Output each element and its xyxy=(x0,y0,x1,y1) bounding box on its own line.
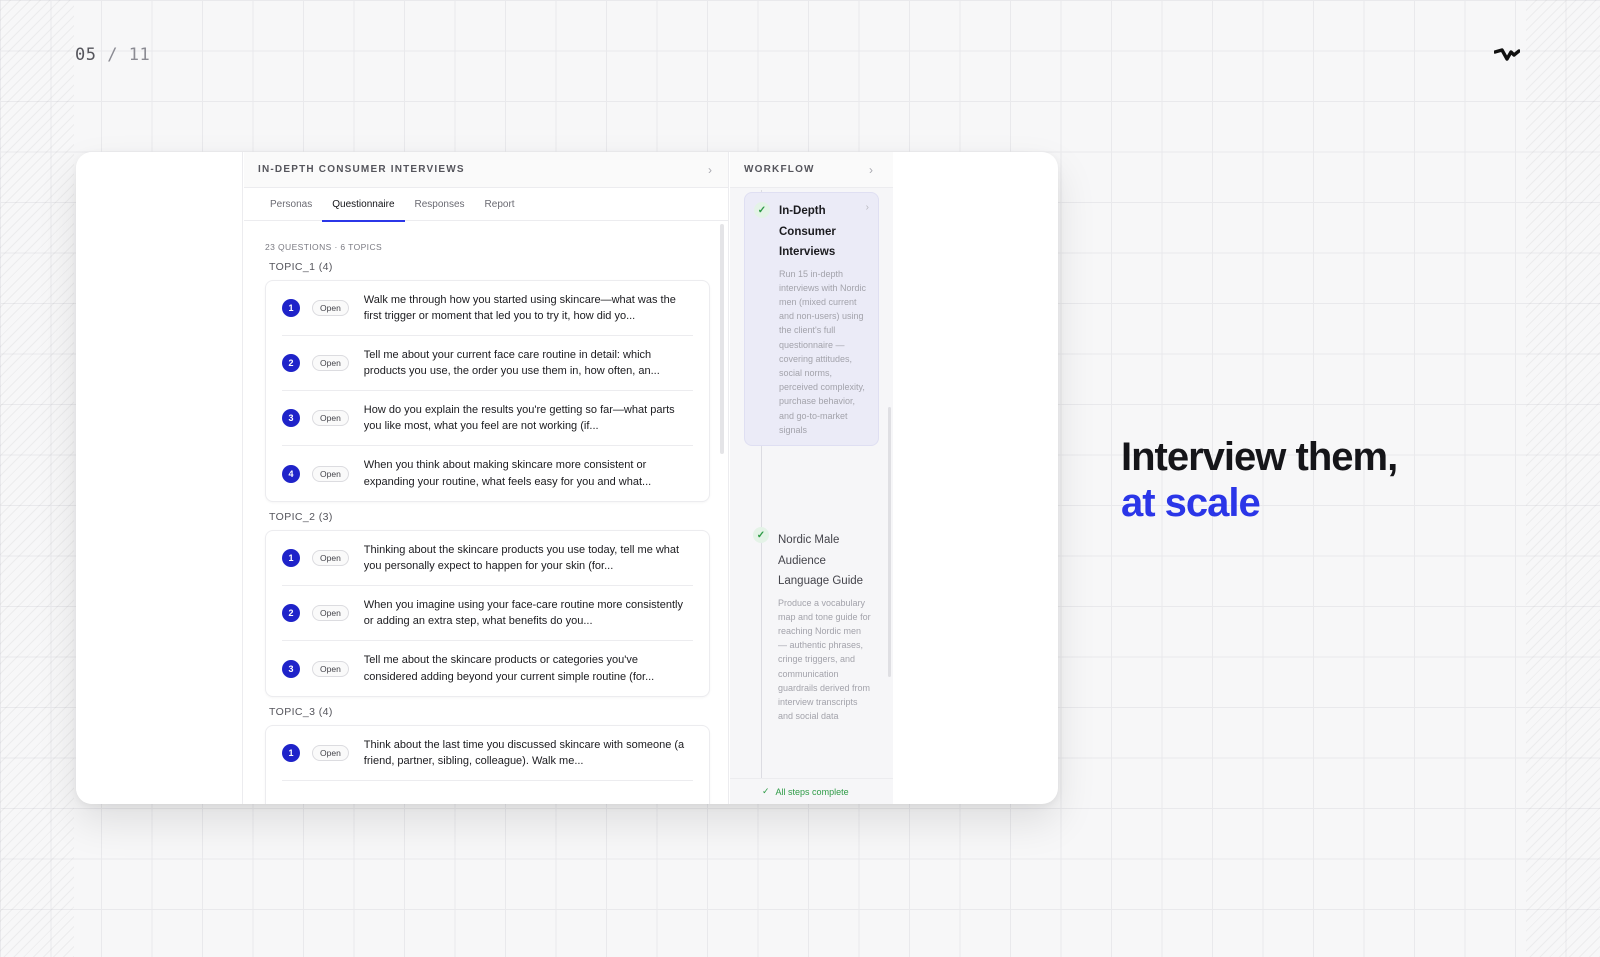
workflow-status: ✓ All steps complete xyxy=(730,778,893,804)
question-number: 1 xyxy=(282,299,300,317)
check-icon: ✓ xyxy=(762,786,770,796)
question-row[interactable]: 1 Open Think about the last time you dis… xyxy=(282,726,693,781)
question-text: Think about the last time you discussed … xyxy=(363,738,685,768)
question-row[interactable]: 2 Open Tell me about your current face c… xyxy=(282,336,693,391)
headline-line1: Interview them, xyxy=(1121,435,1398,479)
question-type-badge: Open xyxy=(312,410,349,426)
workflow-step-language-guide[interactable]: ✓ Nordic Male Audience Language Guide Pr… xyxy=(744,522,879,731)
headline-accent: at scale xyxy=(1121,481,1261,525)
slide-total: 11 xyxy=(128,45,151,65)
workflow-complete-label: All steps complete xyxy=(775,786,849,797)
question-type-badge: Open xyxy=(312,355,349,371)
headline: Interview them, at scale xyxy=(1121,434,1398,526)
question-row[interactable]: 3 Open Tell me about the skincare produc… xyxy=(282,641,693,696)
question-text: When you imagine using your face-care ro… xyxy=(363,598,683,628)
question-type-badge: Open xyxy=(312,550,349,566)
step-description: Run 15 in-depth interviews with Nordic m… xyxy=(779,268,867,435)
tab-report[interactable]: Report xyxy=(475,188,525,221)
question-text: How do you explain the results you're ge… xyxy=(363,403,675,433)
question-number: 1 xyxy=(282,744,300,762)
main-panel: IN-DEPTH CONSUMER INTERVIEWS › Personas … xyxy=(244,152,729,804)
question-type-badge: Open xyxy=(312,300,349,316)
step-description: Produce a vocabulary map and tone guide … xyxy=(778,597,871,722)
question-text: When you think about making skincare mor… xyxy=(363,459,652,488)
tab-personas[interactable]: Personas xyxy=(260,188,322,221)
step-title: Nordic Male Audience Language Guide xyxy=(778,534,864,587)
app-window: IN-DEPTH CONSUMER INTERVIEWS › Personas … xyxy=(76,152,1058,804)
slide-counter: 05 / 11 xyxy=(75,45,150,65)
topic-label: TOPIC_3 (4) xyxy=(269,706,333,718)
workflow-scrollbar[interactable] xyxy=(888,407,891,677)
question-text: Thinking about the skincare products you… xyxy=(363,543,680,573)
question-number: 4 xyxy=(282,464,300,483)
main-title: IN-DEPTH CONSUMER INTERVIEWS xyxy=(258,164,465,175)
question-text: Walk me through how you started using sk… xyxy=(363,293,676,323)
question-row[interactable]: 1 Open Thinking about the skincare produ… xyxy=(282,531,693,586)
question-row[interactable]: 2 Open When you imagine using your face-… xyxy=(282,586,693,641)
question-row[interactable]: 3 Open How do you explain the results yo… xyxy=(282,391,693,446)
workflow-title: WORKFLOW xyxy=(744,164,815,175)
question-row[interactable] xyxy=(282,781,693,804)
question-number: 2 xyxy=(282,604,300,622)
question-text: Tell me about your current face care rou… xyxy=(363,348,660,378)
workflow-panel: WORKFLOW › ✓ › In-Depth Consumer Intervi… xyxy=(730,152,893,804)
topic-card: 1 Open Thinking about the skincare produ… xyxy=(265,530,710,697)
question-number: 1 xyxy=(282,549,300,567)
topic-label: TOPIC_1 (4) xyxy=(269,261,333,273)
main-header: IN-DEPTH CONSUMER INTERVIEWS › xyxy=(244,152,728,188)
question-number: 3 xyxy=(282,409,300,427)
tab-responses[interactable]: Responses xyxy=(405,188,475,221)
chevron-right-icon: › xyxy=(865,202,869,213)
brand-logo-icon xyxy=(1494,48,1520,61)
question-number: 3 xyxy=(282,659,300,678)
chevron-right-icon[interactable]: › xyxy=(869,163,873,177)
tab-questionnaire[interactable]: Questionnaire xyxy=(322,188,405,222)
questions-list: 23 QUESTIONS · 6 TOPICS TOPIC_1 (4) 1 Op… xyxy=(244,222,728,804)
question-row[interactable]: 4 Open When you think about making skinc… xyxy=(282,446,693,501)
workflow-header: WORKFLOW › xyxy=(730,152,893,188)
chevron-right-icon[interactable]: › xyxy=(708,163,712,177)
check-icon: ✓ xyxy=(753,527,769,543)
step-title: In-Depth Consumer Interviews xyxy=(779,205,836,258)
slide-current: 05 xyxy=(75,45,97,65)
question-count: 23 QUESTIONS · 6 TOPICS xyxy=(265,242,383,252)
hatch-right-decoration xyxy=(1526,0,1600,957)
tab-bar: Personas Questionnaire Responses Report xyxy=(244,188,728,222)
question-row[interactable]: 1 Open Walk me through how you started u… xyxy=(282,281,693,336)
hatch-left-decoration xyxy=(0,0,74,957)
question-number: 2 xyxy=(282,354,300,372)
topic-card: 1 Open Think about the last time you dis… xyxy=(265,725,710,804)
question-type-badge: Open xyxy=(312,745,349,761)
question-text: Tell me about the skincare products or c… xyxy=(363,654,655,683)
left-sidebar xyxy=(76,152,243,804)
slide-separator: / xyxy=(107,45,118,65)
check-icon: ✓ xyxy=(754,202,770,218)
question-type-badge: Open xyxy=(312,660,349,677)
workflow-step-interviews[interactable]: ✓ › In-Depth Consumer Interviews Run 15 … xyxy=(744,192,879,446)
question-type-badge: Open xyxy=(312,465,349,482)
topic-card: 1 Open Walk me through how you started u… xyxy=(265,280,710,502)
topic-label: TOPIC_2 (3) xyxy=(269,511,333,523)
question-type-badge: Open xyxy=(312,605,349,621)
